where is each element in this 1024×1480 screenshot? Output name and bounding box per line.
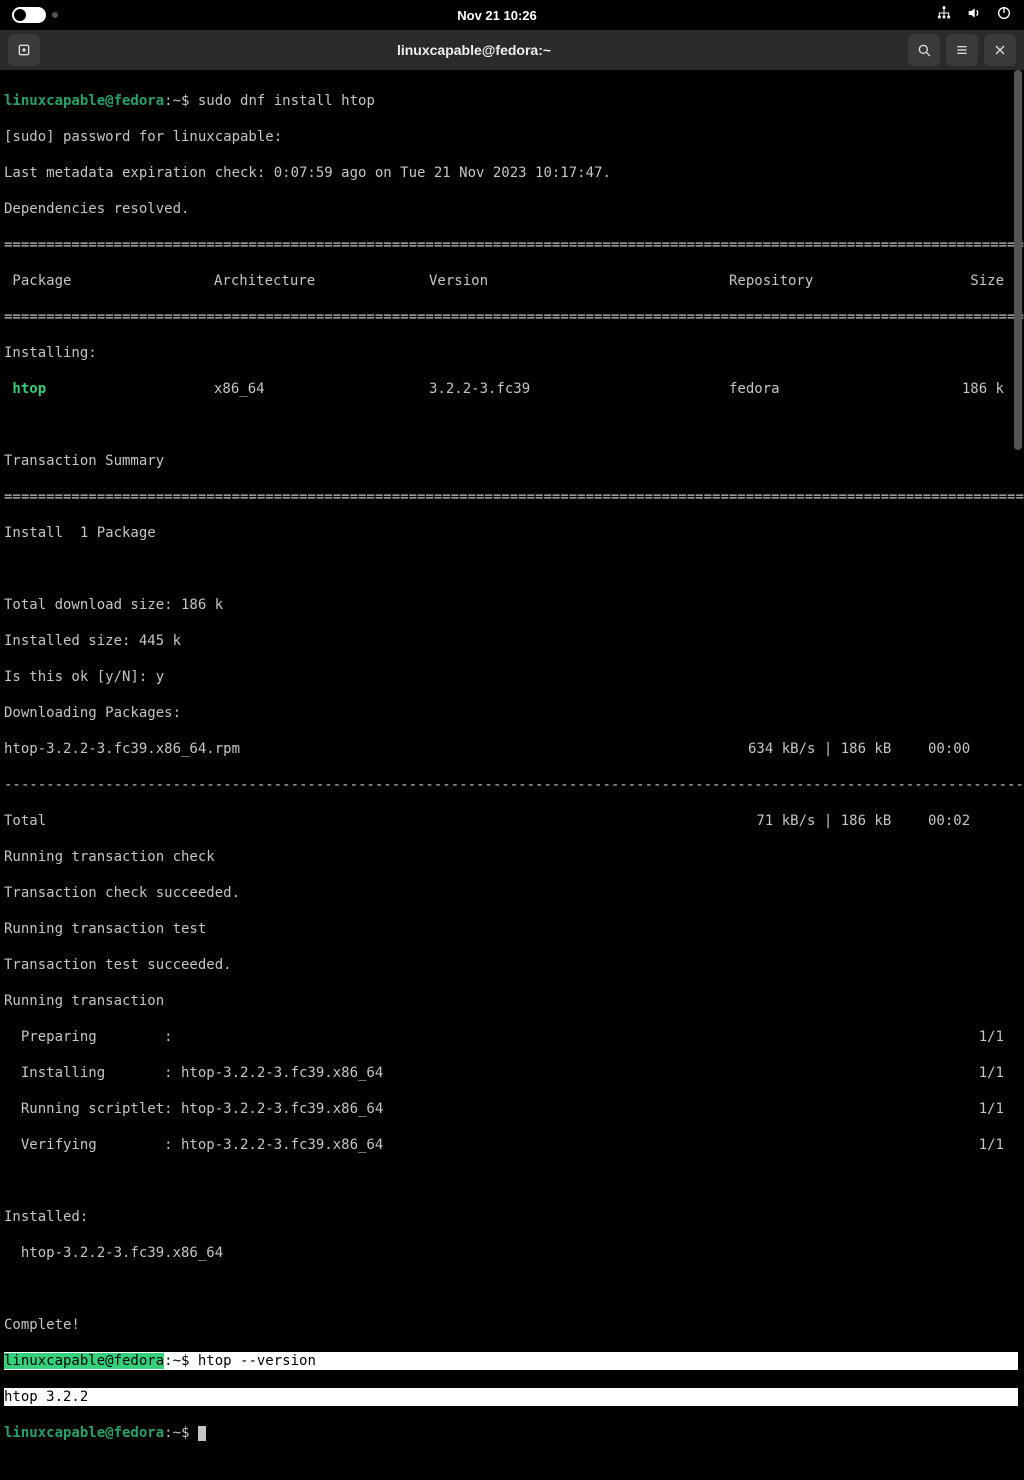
command-text: sudo dnf install htop xyxy=(198,93,375,109)
tx-step: Verifying : htop-3.2.2-3.fc39.x86_641/1 xyxy=(4,1136,1018,1154)
section-label: Installed: xyxy=(4,1208,1018,1226)
system-tray[interactable] xyxy=(936,5,1012,25)
window-title: linuxcapable@fedora:~ xyxy=(397,42,551,58)
output-line: Total download size: 186 k xyxy=(4,596,1018,614)
output-line: Complete! xyxy=(4,1316,1018,1334)
divider: ========================================… xyxy=(4,308,1018,326)
prompt-path: :~$ xyxy=(164,93,198,109)
output-line: Is this ok [y/N]: y xyxy=(4,668,1018,686)
scrollbar[interactable] xyxy=(1012,70,1024,768)
output-line: Install 1 Package xyxy=(4,524,1018,542)
download-row: htop-3.2.2-3.fc39.x86_64.rpm634 kB/s | 1… xyxy=(4,740,1018,758)
command-text: htop --version xyxy=(198,1353,316,1369)
output-line: Transaction test succeeded. xyxy=(4,956,1018,974)
output-line: htop 3.2.2 xyxy=(4,1388,1018,1406)
tx-step: Installing : htop-3.2.2-3.fc39.x86_641/1 xyxy=(4,1064,1018,1082)
terminal-viewport[interactable]: linuxcapable@fedora:~$ sudo dnf install … xyxy=(0,70,1024,768)
table-row: htopx86_643.2.2-3.fc39fedora186 k xyxy=(4,380,1018,398)
scrollbar-thumb[interactable] xyxy=(1014,70,1022,450)
menu-button[interactable] xyxy=(946,34,978,66)
close-button[interactable] xyxy=(984,34,1016,66)
prompt-path: :~$ xyxy=(164,1425,198,1441)
prompt-user: linuxcapable@fedora xyxy=(4,1425,164,1441)
divider: ========================================… xyxy=(4,488,1018,506)
output-line: Installed size: 445 k xyxy=(4,632,1018,650)
output-line: Transaction check succeeded. xyxy=(4,884,1018,902)
tx-step: Running scriptlet: htop-3.2.2-3.fc39.x86… xyxy=(4,1100,1018,1118)
clock[interactable]: Nov 21 10:26 xyxy=(457,8,537,23)
activities-area[interactable] xyxy=(12,7,58,23)
divider: ========================================… xyxy=(4,236,1018,254)
output-line: Dependencies resolved. xyxy=(4,200,1018,218)
output-line: htop-3.2.2-3.fc39.x86_64 xyxy=(4,1244,1018,1262)
section-label: Installing: xyxy=(4,344,1018,362)
prompt-user: linuxcapable@fedora xyxy=(4,1353,164,1369)
package-name: htop xyxy=(4,380,214,398)
prompt-path: :~$ xyxy=(164,1353,198,1369)
search-button[interactable] xyxy=(908,34,940,66)
output-line: Running transaction xyxy=(4,992,1018,1010)
tx-step: Preparing :1/1 xyxy=(4,1028,1018,1046)
new-tab-button[interactable] xyxy=(8,34,40,66)
workspace-dot xyxy=(52,12,58,18)
table-header: PackageArchitectureVersionRepositorySize xyxy=(4,272,1018,290)
download-total: Total 71 kB/s | 186 kB00:02 xyxy=(4,812,1018,830)
output-line: [sudo] password for linuxcapable: xyxy=(4,128,1018,146)
output-line: Running transaction check xyxy=(4,848,1018,866)
output-line: Last metadata expiration check: 0:07:59 … xyxy=(4,164,1018,182)
cursor-icon xyxy=(198,1426,206,1441)
volume-icon[interactable] xyxy=(966,5,982,25)
divider: ----------------------------------------… xyxy=(4,776,1018,794)
activities-pill[interactable] xyxy=(12,7,46,23)
terminal-content: linuxcapable@fedora:~$ sudo dnf install … xyxy=(0,70,1024,1480)
terminal-titlebar: linuxcapable@fedora:~ xyxy=(0,30,1024,70)
gnome-topbar: Nov 21 10:26 xyxy=(0,0,1024,30)
section-label: Transaction Summary xyxy=(4,452,1018,470)
power-icon[interactable] xyxy=(996,5,1012,25)
output-line: Running transaction test xyxy=(4,920,1018,938)
prompt-user: linuxcapable@fedora xyxy=(4,93,164,109)
output-line: Downloading Packages: xyxy=(4,704,1018,722)
network-icon[interactable] xyxy=(936,5,952,25)
